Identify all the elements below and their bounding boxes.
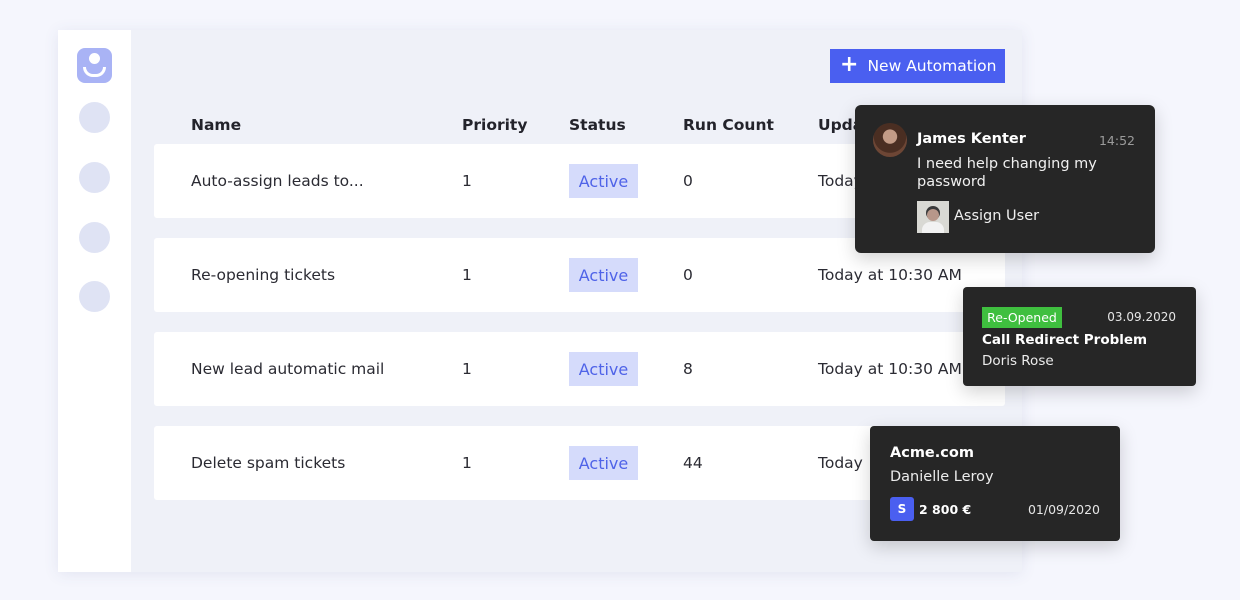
chat-message-card[interactable]: James Kenter 14:52 I need help changing … [855, 105, 1155, 253]
s-letter-icon: S [890, 497, 914, 521]
row-name: Auto-assign leads to... [191, 172, 364, 190]
deal-person: Danielle Leroy [890, 469, 994, 485]
row-run-count: 8 [683, 360, 693, 378]
table-row[interactable]: New lead automatic mail 1 Active 8 Today… [154, 332, 1005, 406]
user-logo-icon[interactable] [77, 48, 112, 83]
sidebar-nav-item-3[interactable] [79, 222, 110, 253]
sidebar-nav-item-2[interactable] [79, 162, 110, 193]
deal-amount: 2 800 € [919, 502, 972, 517]
deal-date: 01/09/2020 [1027, 502, 1100, 517]
column-header-priority[interactable]: Priority [462, 116, 527, 134]
row-priority: 1 [462, 172, 472, 190]
column-header-name[interactable]: Name [191, 116, 241, 134]
deal-card[interactable]: Acme.com Danielle Leroy S 2 800 € 01/09/… [870, 426, 1120, 541]
ticket-person: Doris Rose [982, 353, 1054, 369]
row-updated: Today at 10:30 AM [818, 360, 962, 378]
status-badge: Active [569, 164, 638, 198]
assign-user-avatar[interactable] [917, 201, 949, 233]
sidebar [58, 30, 131, 572]
row-priority: 1 [462, 454, 472, 472]
avatar [873, 123, 907, 157]
sidebar-nav-item-1[interactable] [79, 102, 110, 133]
new-automation-button[interactable]: + New Automation [830, 49, 1005, 83]
status-badge: Active [569, 446, 638, 480]
ticket-date: 03.09.2020 [1107, 310, 1176, 324]
deal-company: Acme.com [890, 445, 974, 461]
sidebar-nav-item-4[interactable] [79, 281, 110, 312]
chat-sender-name: James Kenter [917, 131, 1026, 147]
row-priority: 1 [462, 360, 472, 378]
row-updated: Today [818, 454, 863, 472]
row-priority: 1 [462, 266, 472, 284]
assign-user-label[interactable]: Assign User [954, 208, 1039, 224]
chat-timestamp: 14:52 [1098, 133, 1135, 148]
plus-icon: + [840, 52, 859, 77]
status-badge: Active [569, 352, 638, 386]
ticket-title: Call Redirect Problem [982, 332, 1148, 348]
ticket-card[interactable]: Re-Opened 03.09.2020 Call Redirect Probl… [963, 287, 1196, 386]
row-name: Re-opening tickets [191, 266, 336, 284]
row-name: New lead automatic mail [191, 360, 385, 378]
chat-message-text: I need help changing my password [917, 156, 1097, 190]
row-run-count: 0 [683, 172, 693, 190]
column-header-status[interactable]: Status [569, 116, 626, 134]
row-run-count: 0 [683, 266, 693, 284]
reopened-status-badge: Re-Opened [982, 307, 1062, 328]
new-automation-label: New Automation [867, 57, 997, 75]
status-badge: Active [569, 258, 638, 292]
row-name: Delete spam tickets [191, 454, 346, 472]
row-run-count: 44 [683, 454, 703, 472]
column-header-run-count[interactable]: Run Count [683, 116, 774, 134]
